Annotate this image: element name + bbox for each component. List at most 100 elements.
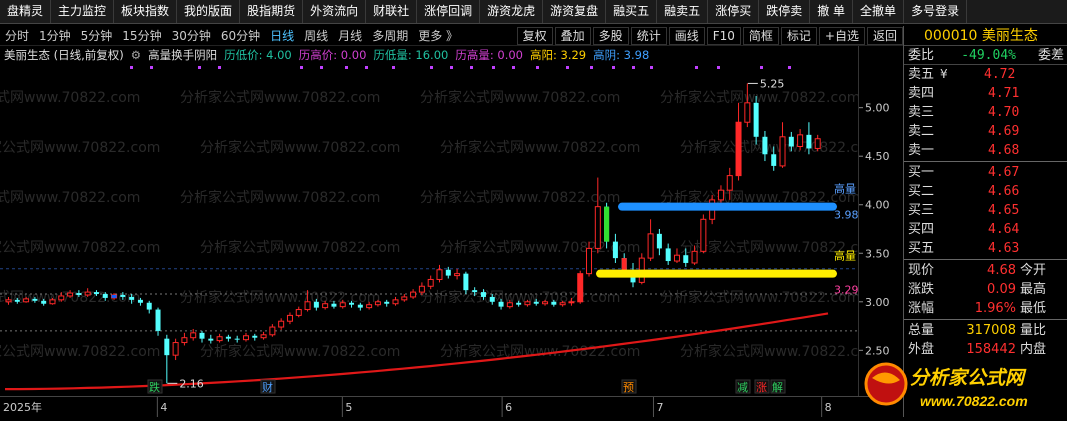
signal-dot	[717, 66, 720, 69]
candle-body	[120, 295, 126, 297]
timeframe-tab-10[interactable]: 更多 》	[413, 27, 463, 44]
candle-body	[67, 292, 74, 297]
stock-name: 美丽生态	[981, 28, 1038, 44]
y-tick-label: 4.00	[865, 199, 890, 212]
toolbar-button-16[interactable]: 多号登录	[904, 0, 968, 23]
watermark-text: 分析家公式网www.70822.com	[180, 89, 380, 106]
candle-body	[683, 255, 689, 263]
buy-label: 买三	[908, 203, 935, 218]
indicator-line: 美丽生态 (日线,前复权) ⚙ 高量换手阴阳 历低价: 4.00 历高价: 0.0…	[0, 47, 649, 63]
candle-body	[234, 338, 240, 340]
watermark-text: 分析家公式网www.70822.com	[660, 89, 858, 106]
signal-dot	[632, 66, 635, 69]
toolbar-button-9[interactable]: 游资复盘	[543, 0, 607, 23]
price-stat-row-0: 现价 4.68 今开	[904, 261, 1067, 280]
candle-body	[506, 302, 513, 308]
toolbar-button-8[interactable]: 游资龙虎	[480, 0, 544, 23]
chart-tool-4[interactable]: 画线	[668, 26, 705, 45]
logo-text: 分析家公式网	[910, 367, 1027, 389]
timeframe-tab-6[interactable]: 日线	[265, 27, 299, 44]
gear-icon[interactable]: ⚙	[131, 48, 141, 62]
toolbar-button-3[interactable]: 我的版面	[177, 0, 241, 23]
volume-stat-row-1: 外盘 158442 内盘	[904, 340, 1067, 359]
chart-tool-5[interactable]: F10	[706, 26, 741, 45]
weibi-row: 委比 -49.04% 委差	[904, 46, 1067, 65]
chart-tool-3[interactable]: 统计	[630, 26, 667, 45]
buy-row-1: 买二 4.66	[904, 182, 1067, 201]
top-toolbar: 盘精灵 主力监控 板块指数 我的版面 股指期货 外资流向 财联社 涨停回调 游资龙虎 游资复盘 融买…	[0, 0, 1067, 24]
event-marker-text: 跌	[149, 380, 160, 394]
timeframe-tab-8[interactable]: 月线	[333, 27, 367, 44]
candle-body	[260, 334, 267, 339]
toolbar-button-10[interactable]: 融买五	[606, 0, 658, 23]
candle-body	[401, 296, 408, 301]
candle-body	[673, 254, 680, 262]
signal-dot	[470, 66, 473, 69]
toolbar-button-2[interactable]: 板块指数	[114, 0, 178, 23]
candle-body	[463, 273, 469, 291]
signal-dot	[430, 66, 433, 69]
candle-body	[392, 299, 399, 305]
signal-dot	[612, 66, 615, 69]
y-tick-label: 3.50	[865, 247, 890, 260]
chart-tool-8[interactable]: +自选	[818, 26, 865, 45]
toolbar-button-0[interactable]: 盘精灵	[0, 0, 52, 23]
chart-tool-2[interactable]: 多股	[592, 26, 629, 45]
buy-book: 买一 4.67 买二 4.66 买三 4.65 买四 4.64 买五 4.63	[904, 163, 1067, 258]
buy-price: 4.64	[988, 222, 1020, 237]
toolbar-button-1[interactable]: 主力监控	[51, 0, 115, 23]
toolbar-button-14[interactable]: 撤 单	[810, 0, 854, 23]
buy-label: 买一	[908, 165, 935, 180]
toolbar-button-7[interactable]: 涨停回调	[417, 0, 481, 23]
chart-tool-9[interactable]: 返回	[866, 26, 903, 45]
yellow-bar-label: 高量	[834, 249, 856, 263]
candle-body	[542, 301, 549, 305]
timeframe-tab-5[interactable]: 60分钟	[216, 27, 265, 44]
chart-title: 美丽生态 (日线,前复权)	[4, 48, 124, 62]
chart-tool-7[interactable]: 标记	[780, 26, 817, 45]
timeframe-tab-0[interactable]: 分时	[0, 27, 34, 44]
candle-body	[418, 285, 425, 293]
candle-body	[339, 302, 346, 308]
chart-tool-6[interactable]: 简框	[742, 26, 779, 45]
watermark-text: 分析家公式网www.70822.com	[200, 239, 400, 256]
toolbar-button-5[interactable]: 外资流向	[303, 0, 367, 23]
highlight-candle	[577, 273, 583, 302]
chart-tool-1[interactable]: 叠加	[554, 26, 591, 45]
kline-chart[interactable]: 分析家公式网www.70822.com 分析家公式网www.70822.com 分析…	[0, 64, 880, 394]
candle-body	[23, 298, 30, 303]
toolbar-button-15[interactable]: 全撤单	[853, 0, 905, 23]
timeframe-tab-1[interactable]: 1分钟	[34, 27, 76, 44]
timeframe-bar: 分时 1分钟 5分钟 15分钟 30分钟 60分钟 日线 周线 月线 多周期 更多 》 复权 叠加 多股…	[0, 26, 903, 46]
volume-stat-label2: 量比	[1020, 323, 1047, 338]
kline-svg[interactable]: 分析家公式网www.70822.com 分析家公式网www.70822.com 分析…	[0, 64, 880, 394]
toolbar-button-12[interactable]: 涨停买	[708, 0, 760, 23]
signal-dot	[788, 66, 791, 69]
timeframe-tab-9[interactable]: 多周期	[367, 27, 413, 44]
toolbar-button-13[interactable]: 跌停卖	[759, 0, 811, 23]
indicator-name[interactable]: 高量换手阴阳	[148, 47, 217, 63]
candle-body	[225, 336, 231, 339]
toolbar-button-4[interactable]: 股指期货	[240, 0, 304, 23]
candle-body	[190, 332, 197, 339]
candle-body	[366, 304, 373, 309]
sell-book: 卖五 ¥4.72 卖四 4.71 卖三 4.70 卖二 4.69 卖一 4.68	[904, 65, 1067, 160]
candle-body	[216, 336, 223, 342]
candle-body	[436, 269, 443, 280]
candle-body	[691, 250, 698, 264]
price-stat-value: 1.96%	[974, 301, 1016, 316]
signal-dot	[218, 66, 221, 69]
toolbar-button-6[interactable]: 财联社	[366, 0, 418, 23]
signal-dot	[536, 66, 539, 69]
timeframe-tab-2[interactable]: 5分钟	[76, 27, 118, 44]
buy-row-2: 买三 4.65	[904, 201, 1067, 220]
toolbar-button-11[interactable]: 融卖五	[657, 0, 709, 23]
timeframe-tab-7[interactable]: 周线	[299, 27, 333, 44]
event-marker-text: 解	[772, 380, 783, 394]
sell-price: 4.71	[988, 86, 1020, 101]
chart-tool-0[interactable]: 复权	[516, 26, 553, 45]
timeframe-tab-3[interactable]: 15分钟	[117, 27, 166, 44]
timeframe-list: 分时 1分钟 5分钟 15分钟 30分钟 60分钟 日线 周线 月线 多周期 更多 》	[0, 27, 463, 44]
timeframe-tab-4[interactable]: 30分钟	[167, 27, 216, 44]
candle-body	[665, 248, 671, 262]
